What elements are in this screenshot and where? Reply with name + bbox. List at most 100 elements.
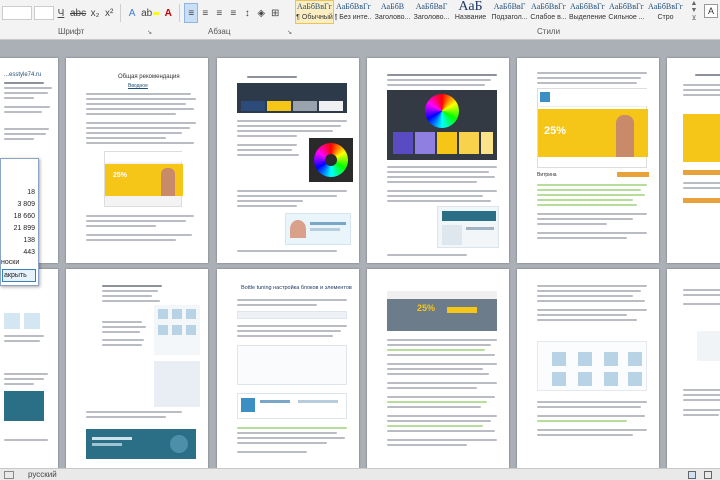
spellcheck-icon[interactable] <box>4 470 14 479</box>
align-left-icon[interactable]: ≡ <box>184 3 199 23</box>
dark-banner-image <box>86 429 196 459</box>
stat-value: 138 <box>23 237 35 244</box>
style-name: Название <box>454 14 487 21</box>
separator <box>120 4 122 22</box>
style-sample: АаБбВвГ <box>493 2 526 11</box>
page6-image <box>683 102 720 162</box>
ribbon: Ч abc x₂ x² A ab A ≡ ≡ ≡ ≡ ↕ ◈ ⊞ Шрифт А… <box>0 0 720 40</box>
discount-badge: 25% <box>544 125 567 137</box>
style-name: Заголово... <box>413 14 450 21</box>
style-tile[interactable]: АаБбВвГг Стро <box>646 0 685 24</box>
page-10[interactable]: 25% <box>367 269 509 474</box>
section-title: Bottle tuning настройка блоков и элемент… <box>241 285 352 291</box>
shading-icon[interactable]: ◈ <box>254 3 268 23</box>
word-count-dialog: 18 3 809 18 660 21 899 138 443 носки акр… <box>0 158 39 286</box>
paragraph-group-label: Абзац <box>208 27 231 36</box>
align-right-icon[interactable]: ≡ <box>212 3 226 23</box>
style-tile[interactable]: АаБбВвГ Заголово... <box>412 0 451 24</box>
align-center-icon[interactable]: ≡ <box>198 3 212 23</box>
style-tile[interactable]: АаБ Название <box>451 0 490 24</box>
change-styles-button[interactable]: A <box>702 0 720 36</box>
style-name: Сильное ... <box>608 14 645 21</box>
style-name: Выделение <box>568 14 607 21</box>
page-6[interactable] <box>667 58 720 263</box>
page-2[interactable]: Общая рекомендация Вводное 25% <box>66 58 208 263</box>
stat-value: 18 660 <box>13 213 35 220</box>
page-8[interactable] <box>66 269 208 474</box>
style-name: Подзагол... <box>491 14 528 21</box>
font-size-dropdown[interactable] <box>34 6 54 20</box>
style-sample: АаБбВвГг <box>531 2 566 11</box>
style-tile[interactable]: АаБбВвГг Выделение <box>568 0 607 24</box>
style-sample: АаБ <box>458 0 483 14</box>
preview-image <box>437 206 499 248</box>
page-3[interactable] <box>217 58 359 263</box>
style-sample: АаБбВ <box>380 2 405 11</box>
style-tile[interactable]: АаБбВвГг ¶ Обычный <box>295 0 334 24</box>
superscript-icon[interactable]: x² <box>102 3 116 23</box>
style-sample: АаБбВвГ <box>415 2 448 11</box>
change-styles-icon: A <box>704 4 718 18</box>
close-button[interactable]: акрыть <box>2 269 36 282</box>
subscript-icon[interactable]: x₂ <box>88 3 102 23</box>
document-workspace[interactable]: ...esstyle74.ru Общая рекомендация Вводн… <box>0 41 720 474</box>
site-heading: ...esstyle74.ru <box>4 72 42 78</box>
more-styles-icon[interactable]: ⊻ <box>691 14 696 22</box>
style-name: ¶ Обычный <box>296 14 333 21</box>
page-12[interactable] <box>667 269 720 474</box>
page-7[interactable] <box>0 269 58 474</box>
style-sample: АаБбВвГг <box>336 2 371 11</box>
styles-group-label: Стили <box>537 27 561 36</box>
style-sample: АаБбВвГг <box>297 2 332 11</box>
page-9[interactable]: Bottle tuning настройка блоков и элемент… <box>217 269 359 474</box>
color-tool-screenshot <box>387 90 497 160</box>
style-name: Стро <box>657 14 674 21</box>
footnotes-label: носки <box>1 259 20 266</box>
palette-image <box>237 83 347 113</box>
style-name: Слабое в... <box>530 14 567 21</box>
style-tile[interactable]: АаБбВвГ Подзагол... <box>490 0 529 24</box>
page-4[interactable] <box>367 58 509 263</box>
page-title: Общая рекомендация <box>118 74 180 80</box>
scroll-down-icon[interactable]: ▼ <box>691 7 698 14</box>
style-tile[interactable]: АаБбВвГг Сильное ... <box>607 0 646 24</box>
page-11[interactable] <box>517 269 659 474</box>
color-wheel-image <box>309 138 353 182</box>
page-5[interactable]: 25% Витрина <box>517 58 659 263</box>
hero-screenshot: 25% <box>387 291 497 331</box>
style-tile[interactable]: АаБбВвГг Слабое в... <box>529 0 568 24</box>
font-dialog-launcher-icon[interactable]: ↘ <box>147 29 152 36</box>
stat-value: 443 <box>23 249 35 256</box>
style-tile[interactable]: АаБбВвГг ¶ Без инте... <box>334 0 373 24</box>
style-name: ¶ Без инте... <box>334 14 373 21</box>
status-bar: русский <box>0 468 720 480</box>
styles-gallery: АаБбВвГг ¶ Обычный АаБбВвГг ¶ Без инте... Аа… <box>295 0 685 24</box>
print-layout-icon[interactable] <box>688 470 696 479</box>
header-mockup-image <box>237 393 347 419</box>
strikethrough-icon[interactable]: abc <box>68 3 88 23</box>
font-name-dropdown[interactable] <box>2 6 32 20</box>
text-effects-icon[interactable]: A <box>125 3 139 23</box>
site-mockup-image <box>285 213 351 245</box>
scroll-up-icon[interactable]: ▲ <box>691 0 698 7</box>
landing-screenshot: 25% <box>537 88 648 168</box>
full-screen-icon[interactable] <box>704 470 712 479</box>
highlight-color-icon[interactable]: ab <box>139 3 161 23</box>
font-color-icon[interactable]: A <box>161 3 175 23</box>
justify-icon[interactable]: ≡ <box>226 3 240 23</box>
style-tile[interactable]: АаБбВ Заголово... <box>373 0 412 24</box>
font-group-label: Шрифт <box>58 27 85 36</box>
language-indicator[interactable]: русский <box>28 470 57 479</box>
styles-scroll[interactable]: ▲ ▼ ⊻ <box>688 0 700 36</box>
style-name: Заголово... <box>374 14 411 21</box>
underline-icon[interactable]: Ч <box>54 3 68 23</box>
line-spacing-icon[interactable]: ↕ <box>240 3 254 23</box>
separator <box>179 4 181 22</box>
paragraph-dialog-launcher-icon[interactable]: ↘ <box>287 29 292 36</box>
stat-value: 3 809 <box>17 201 35 208</box>
page-subtitle: Вводное <box>128 83 148 89</box>
section-heading: Витрина <box>537 172 557 178</box>
icons-grid-image <box>154 305 200 355</box>
style-sample: АаБбВвГг <box>570 2 605 11</box>
borders-icon[interactable]: ⊞ <box>268 3 282 23</box>
